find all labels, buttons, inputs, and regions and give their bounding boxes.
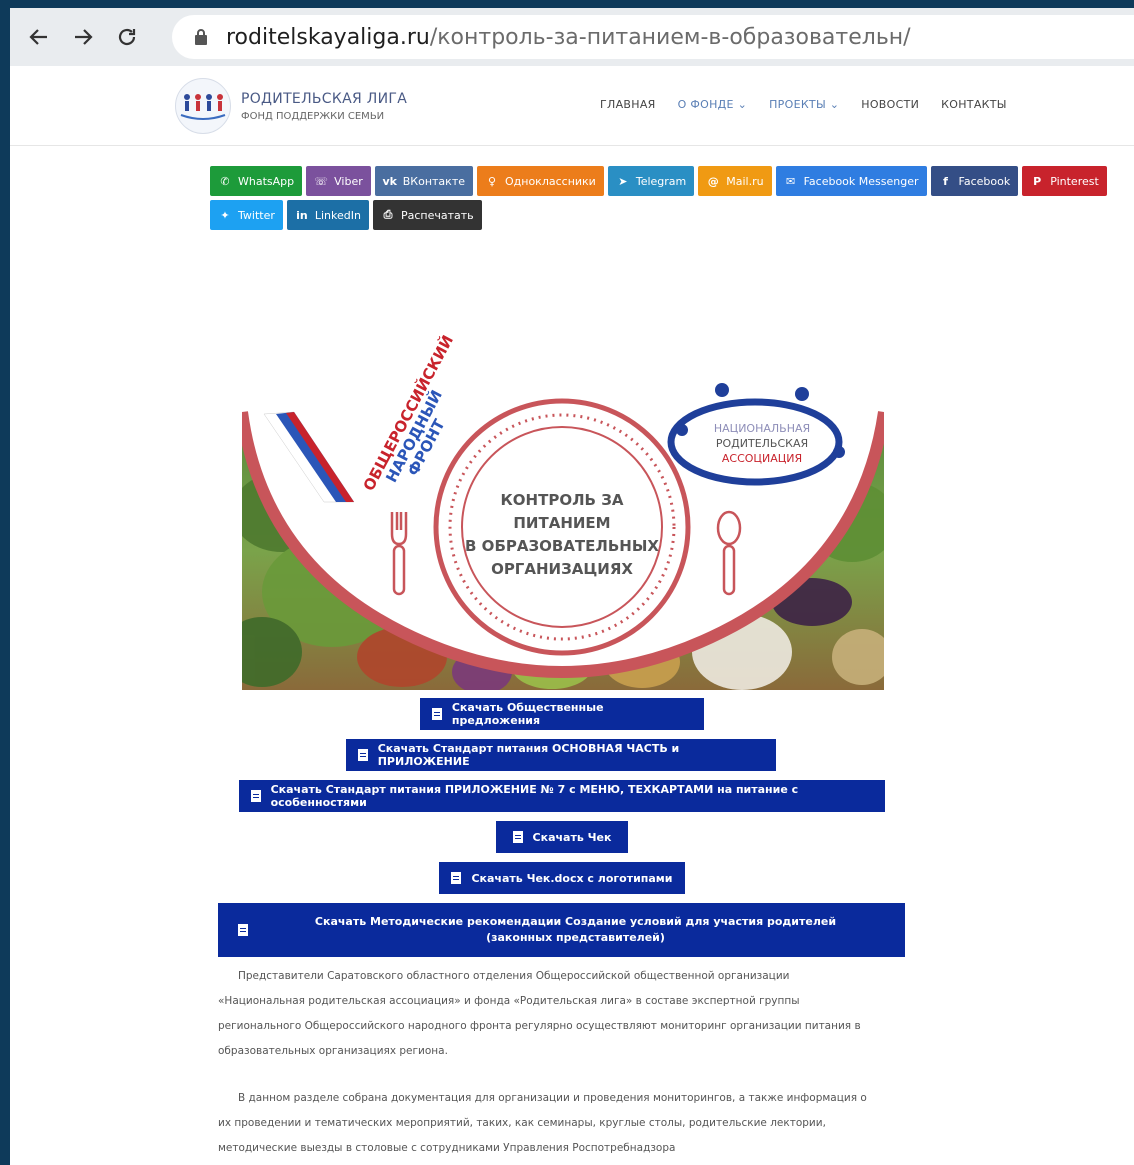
hero-title-line: ОРГАНИЗАЦИЯХ <box>491 560 633 578</box>
share-telegram-button[interactable]: ➤ Telegram <box>607 166 695 196</box>
site-logo[interactable]: РОДИТЕЛЬСКАЯ ЛИГА ФОНД ПОДДЕРЖКИ СЕМЬИ <box>175 78 407 134</box>
facebook-icon: f <box>943 174 948 188</box>
share-row: ✦ Twitter in LinkedIn ⎙ Распечатать <box>210 200 1134 230</box>
browser-toolbar: roditelskayaliga.ru/контроль-за-питанием… <box>10 8 1134 66</box>
share-button-label: Одноклассники <box>505 174 596 188</box>
viber-icon: ☏ <box>314 174 328 188</box>
messenger-icon: ✉ <box>785 174 796 188</box>
share-row: ✆ WhatsApp ☏ Viber vk ВКонтакте ♀ Одноклассники… <box>210 166 1134 196</box>
hero-title-line: ПИТАНИЕМ <box>513 514 610 532</box>
hero-title-line: КОНТРОЛЬ ЗА <box>501 491 624 509</box>
download-button[interactable]: Скачать Чек <box>496 821 628 853</box>
hero-title-line: В ОБРАЗОВАТЕЛЬНЫХ <box>465 537 659 555</box>
address-bar[interactable]: roditelskayaliga.ru/контроль-за-питанием… <box>172 15 1134 59</box>
share-buttons: ✆ WhatsApp ☏ Viber vk ВКонтакте ♀ Одноклассники… <box>210 166 1134 234</box>
logo-mark-icon <box>175 78 231 134</box>
url-path: /контроль-за-питанием-в-образовательн/ <box>429 24 911 50</box>
share-button-label: Facebook Messenger <box>803 174 919 188</box>
share-ok-button[interactable]: ♀ Одноклассники <box>477 166 604 196</box>
share-viber-button[interactable]: ☏ Viber <box>306 166 371 196</box>
download-button[interactable]: Скачать Стандарт питания ОСНОВНАЯ ЧАСТЬ … <box>346 739 776 771</box>
share-button-label: ВКонтакте <box>402 174 465 188</box>
share-button-label: WhatsApp <box>238 174 295 188</box>
print-icon: ⎙ <box>383 208 393 221</box>
back-icon[interactable] <box>24 22 54 52</box>
share-vk-button[interactable]: vk ВКонтакте <box>374 166 473 196</box>
share-linkedin-button[interactable]: in LinkedIn <box>286 200 369 230</box>
logo-title: РОДИТЕЛЬСКАЯ ЛИГА <box>241 90 408 107</box>
site-header: РОДИТЕЛЬСКАЯ ЛИГА ФОНД ПОДДЕРЖКИ СЕМЬИ Г… <box>10 66 1134 146</box>
lock-icon <box>195 29 207 45</box>
download-button[interactable]: Скачать Чек.docx с логотипами <box>439 862 685 894</box>
share-button-label: Mail.ru <box>726 174 764 188</box>
web-page: РОДИТЕЛЬСКАЯ ЛИГА ФОНД ПОДДЕРЖКИ СЕМЬИ Г… <box>10 66 1134 1165</box>
nav-projects[interactable]: ПРОЕКТЫ ⌄ <box>769 98 839 111</box>
nav-about[interactable]: О ФОНДЕ ⌄ <box>678 98 748 111</box>
document-icon <box>251 790 261 802</box>
nav-home[interactable]: ГЛАВНАЯ <box>600 98 656 111</box>
share-button-label: Twitter <box>238 208 275 222</box>
document-icon <box>358 749 368 761</box>
pinterest-icon: P <box>1033 174 1042 188</box>
vk-icon: vk <box>382 174 398 188</box>
body-paragraph: Представители Саратовского областного от… <box>218 970 861 1057</box>
main-nav: ГЛАВНАЯ О ФОНДЕ ⌄ ПРОЕКТЫ ⌄ НОВОСТИ КОНТ… <box>600 98 1007 111</box>
reload-icon[interactable] <box>112 22 142 52</box>
mailru-icon: @ <box>707 174 719 188</box>
nav-contacts[interactable]: КОНТАКТЫ <box>941 98 1007 111</box>
ok-icon: ♀ <box>487 174 497 188</box>
logo-subtitle: ФОНД ПОДДЕРЖКИ СЕМЬИ <box>241 110 385 122</box>
url-domain: roditelskayaliga.ru <box>226 24 430 50</box>
share-mailru-button[interactable]: @ Mail.ru <box>698 166 772 196</box>
linkedin-icon: in <box>296 208 308 222</box>
hero-illustration: КОНТРОЛЬ ЗА ПИТАНИЕМ В ОБРАЗОВАТЕЛЬНЫХ О… <box>242 262 884 690</box>
share-button-label: Facebook <box>958 174 1011 188</box>
telegram-icon: ➤ <box>618 174 628 188</box>
share-button-label: Telegram <box>635 174 687 188</box>
npa-text: НАЦИОНАЛЬНАЯ <box>714 422 810 435</box>
share-messenger-button[interactable]: ✉ Facebook Messenger <box>775 166 927 196</box>
share-button-label: Viber <box>334 174 363 188</box>
share-button-label: LinkedIn <box>314 208 361 222</box>
hero-image: КОНТРОЛЬ ЗА ПИТАНИЕМ В ОБРАЗОВАТЕЛЬНЫХ О… <box>242 262 884 690</box>
forward-icon[interactable] <box>68 22 98 52</box>
document-icon <box>238 924 248 936</box>
nav-news[interactable]: НОВОСТИ <box>861 98 919 111</box>
share-whatsapp-button[interactable]: ✆ WhatsApp <box>210 166 303 196</box>
share-button-label: Распечатать <box>400 208 474 222</box>
whatsapp-icon: ✆ <box>220 174 230 188</box>
download-button[interactable]: Скачать Общественные предложения <box>420 698 704 730</box>
twitter-icon: ✦ <box>220 208 230 222</box>
share-twitter-button[interactable]: ✦ Twitter <box>210 200 283 230</box>
document-icon <box>451 872 462 884</box>
document-icon <box>432 708 442 720</box>
download-button[interactable]: Скачать Методические рекомендации Создан… <box>218 903 905 957</box>
share-pinterest-button[interactable]: P Pinterest <box>1022 166 1107 196</box>
share-button-label: Pinterest <box>1050 174 1099 188</box>
share-facebook-button[interactable]: f Facebook <box>930 166 1019 196</box>
npa-text: АССОЦИАЦИЯ <box>722 452 802 465</box>
npa-text: РОДИТЕЛЬСКАЯ <box>716 437 808 450</box>
document-icon <box>512 831 523 843</box>
body-paragraph: В данном разделе собрана документация дл… <box>218 1092 867 1154</box>
share-print-button[interactable]: ⎙ Распечатать <box>372 200 482 230</box>
download-button[interactable]: Скачать Стандарт питания ПРИЛОЖЕНИЕ № 7 … <box>239 780 885 812</box>
